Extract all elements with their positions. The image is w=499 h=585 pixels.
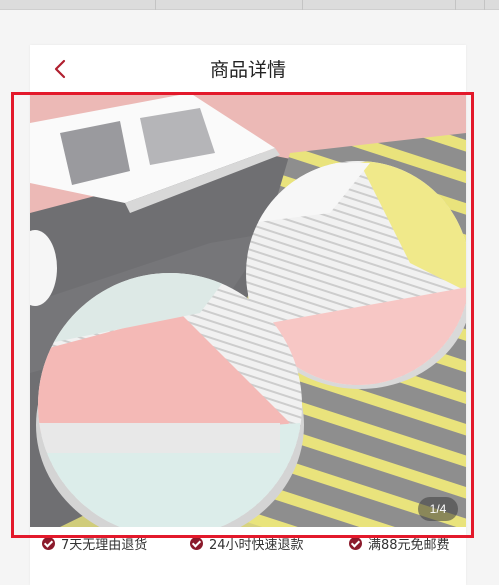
promise-item-returns: 7天无理由退货 (42, 531, 147, 555)
product-detail-page: 商品详情 1/4 7天无理由退货 24小时快速退款 满88元免邮费 (30, 45, 466, 585)
promise-item-shipping: 满88元免邮费 (349, 531, 450, 555)
browser-top-bar (0, 0, 499, 10)
image-counter: 1/4 (418, 497, 458, 521)
product-image-carousel[interactable]: 1/4 (30, 93, 466, 527)
top-bar-divider (155, 0, 156, 10)
promise-label: 24小时快速退款 (209, 537, 304, 553)
check-circle-icon (42, 536, 55, 550)
page-header: 商品详情 (30, 45, 466, 93)
top-bar-divider (484, 0, 485, 10)
promise-item-refund: 24小时快速退款 (190, 531, 304, 555)
top-bar-divider (455, 0, 456, 10)
promise-label: 满88元免邮费 (368, 537, 450, 553)
page-title: 商品详情 (209, 59, 286, 81)
service-promises: 7天无理由退货 24小时快速退款 满88元免邮费 (30, 531, 466, 555)
promise-label: 7天无理由退货 (61, 537, 148, 553)
check-circle-icon (190, 536, 203, 550)
top-bar-divider (302, 0, 303, 10)
check-circle-icon (349, 536, 362, 550)
product-photo (30, 93, 466, 527)
